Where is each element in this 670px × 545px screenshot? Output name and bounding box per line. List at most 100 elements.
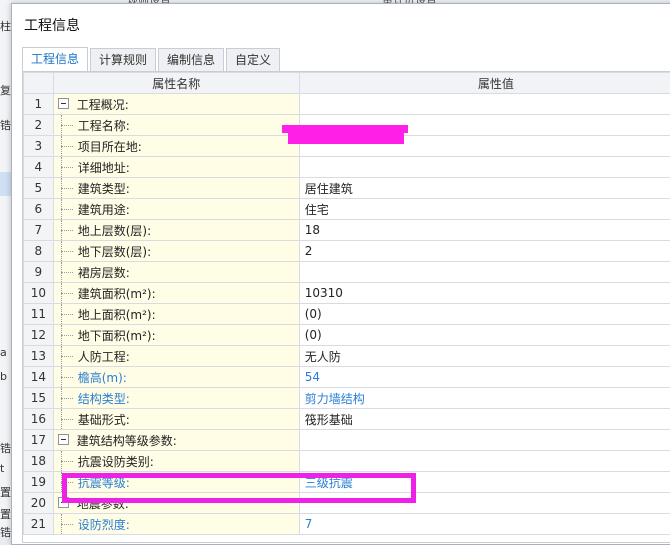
property-name-cell[interactable]: 设防烈度:	[53, 514, 299, 535]
property-value-cell[interactable]: 2	[299, 241, 670, 262]
property-name: 基础形式:	[78, 411, 130, 428]
row-number: 21	[24, 514, 54, 535]
table-row[interactable]: 1 工程概况:	[24, 94, 670, 115]
row-number: 8	[24, 241, 54, 262]
row-number: 15	[24, 388, 54, 409]
property-name-header[interactable]: 属性名称	[53, 73, 299, 94]
highlight-box	[62, 473, 416, 503]
property-value-cell[interactable]: 54	[299, 367, 670, 388]
row-number: 9	[24, 262, 54, 283]
property-name: 建筑结构等级参数:	[77, 432, 177, 449]
property-name-cell[interactable]: 基础形式:	[53, 409, 299, 430]
tab-compile-info[interactable]: 编制信息	[158, 48, 224, 71]
property-name: 抗震设防类别:	[78, 453, 154, 470]
property-value-cell[interactable]	[299, 430, 670, 451]
table-row[interactable]: 4 详细地址:	[24, 157, 670, 178]
table-row[interactable]: 14 檐高(m): 54	[24, 367, 670, 388]
property-name: 地下层数(层):	[78, 243, 151, 260]
row-number: 17	[24, 430, 54, 451]
tab-project-info[interactable]: 工程信息	[22, 47, 88, 72]
property-name: 工程概况:	[77, 96, 129, 113]
property-value-cell[interactable]: 无人防	[299, 346, 670, 367]
row-number: 19	[24, 472, 54, 493]
property-value-cell[interactable]	[299, 262, 670, 283]
row-number: 6	[24, 199, 54, 220]
property-name-cell[interactable]: 详细地址:	[53, 157, 299, 178]
row-number: 10	[24, 283, 54, 304]
property-value-cell[interactable]	[299, 157, 670, 178]
property-name: 详细地址:	[78, 159, 130, 176]
property-value-cell[interactable]: 住宅	[299, 199, 670, 220]
property-name-cell[interactable]: 结构类型:	[53, 388, 299, 409]
table-row[interactable]: 8 地下层数(层): 2	[24, 241, 670, 262]
property-name-cell[interactable]: 檐高(m):	[53, 367, 299, 388]
table-row[interactable]: 12 地下面积(m²): (0)	[24, 325, 670, 346]
property-value-cell[interactable]: 剪力墙结构	[299, 388, 670, 409]
property-value-cell[interactable]	[299, 451, 670, 472]
row-number: 1	[24, 94, 54, 115]
property-name-cell[interactable]: 工程概况:	[53, 94, 299, 115]
property-name-cell[interactable]: 地上层数(层):	[53, 220, 299, 241]
row-number: 4	[24, 157, 54, 178]
property-value-cell[interactable]: 10310	[299, 283, 670, 304]
property-value-cell[interactable]: 筏形基础	[299, 409, 670, 430]
table-row[interactable]: 18 抗震设防类别:	[24, 451, 670, 472]
table-row[interactable]: 21 设防烈度: 7	[24, 514, 670, 535]
redaction-mark	[288, 132, 404, 144]
property-name: 檐高(m):	[78, 369, 127, 386]
row-number: 18	[24, 451, 54, 472]
row-number: 12	[24, 325, 54, 346]
collapse-icon[interactable]	[58, 98, 69, 109]
property-value-header[interactable]: 属性值	[299, 73, 670, 94]
row-number: 2	[24, 115, 54, 136]
tab-calc-rules[interactable]: 计算规则	[90, 48, 156, 71]
project-info-dialog: 工程信息 工程信息 计算规则 编制信息 自定义 属性名称 属性值 1	[11, 3, 670, 545]
table-row[interactable]: 9 裙房层数:	[24, 262, 670, 283]
property-name: 设防烈度:	[78, 516, 130, 533]
property-name-cell[interactable]: 抗震设防类别:	[53, 451, 299, 472]
property-name-cell[interactable]: 工程名称:	[53, 115, 299, 136]
property-value-cell[interactable]: (0)	[299, 304, 670, 325]
property-name-cell[interactable]: 地上面积(m²):	[53, 304, 299, 325]
property-name: 地下面积(m²):	[78, 327, 156, 344]
property-value-cell[interactable]: 18	[299, 220, 670, 241]
collapse-icon[interactable]	[58, 434, 69, 445]
table-row[interactable]: 11 地上面积(m²): (0)	[24, 304, 670, 325]
table-row[interactable]: 16 基础形式: 筏形基础	[24, 409, 670, 430]
row-number-header	[24, 73, 54, 94]
property-value-cell[interactable]: 7	[299, 514, 670, 535]
tab-bar: 工程信息 计算规则 编制信息 自定义	[22, 48, 282, 72]
table-row[interactable]: 17 建筑结构等级参数:	[24, 430, 670, 451]
property-name: 工程名称:	[78, 117, 130, 134]
table-row[interactable]: 7 地上层数(层): 18	[24, 220, 670, 241]
property-name-cell[interactable]: 建筑面积(m²):	[53, 283, 299, 304]
property-name-cell[interactable]: 人防工程:	[53, 346, 299, 367]
property-name-cell[interactable]: 项目所在地:	[53, 136, 299, 157]
row-number: 20	[24, 493, 54, 514]
row-number: 11	[24, 304, 54, 325]
table-row[interactable]: 13 人防工程: 无人防	[24, 346, 670, 367]
property-name: 地上面积(m²):	[78, 306, 156, 323]
dialog-title: 工程信息	[24, 15, 80, 35]
row-number: 13	[24, 346, 54, 367]
property-name: 建筑面积(m²):	[78, 285, 156, 302]
property-name-cell[interactable]: 裙房层数:	[53, 262, 299, 283]
property-value-cell[interactable]: 居住建筑	[299, 178, 670, 199]
property-value-cell[interactable]	[299, 94, 670, 115]
row-number: 5	[24, 178, 54, 199]
row-number: 16	[24, 409, 54, 430]
table-row[interactable]: 15 结构类型: 剪力墙结构	[24, 388, 670, 409]
property-name-cell[interactable]: 建筑类型:	[53, 178, 299, 199]
property-value-cell[interactable]: (0)	[299, 325, 670, 346]
tab-custom[interactable]: 自定义	[226, 48, 280, 71]
property-name-cell[interactable]: 地下层数(层):	[53, 241, 299, 262]
table-row[interactable]: 10 建筑面积(m²): 10310	[24, 283, 670, 304]
row-number: 3	[24, 136, 54, 157]
row-number: 7	[24, 220, 54, 241]
property-name-cell[interactable]: 地下面积(m²):	[53, 325, 299, 346]
table-row[interactable]: 5 建筑类型: 居住建筑	[24, 178, 670, 199]
table-row[interactable]: 6 建筑用途: 住宅	[24, 199, 670, 220]
property-name-cell[interactable]: 建筑用途:	[53, 199, 299, 220]
property-name-cell[interactable]: 建筑结构等级参数:	[53, 430, 299, 451]
property-name: 人防工程:	[78, 348, 130, 365]
